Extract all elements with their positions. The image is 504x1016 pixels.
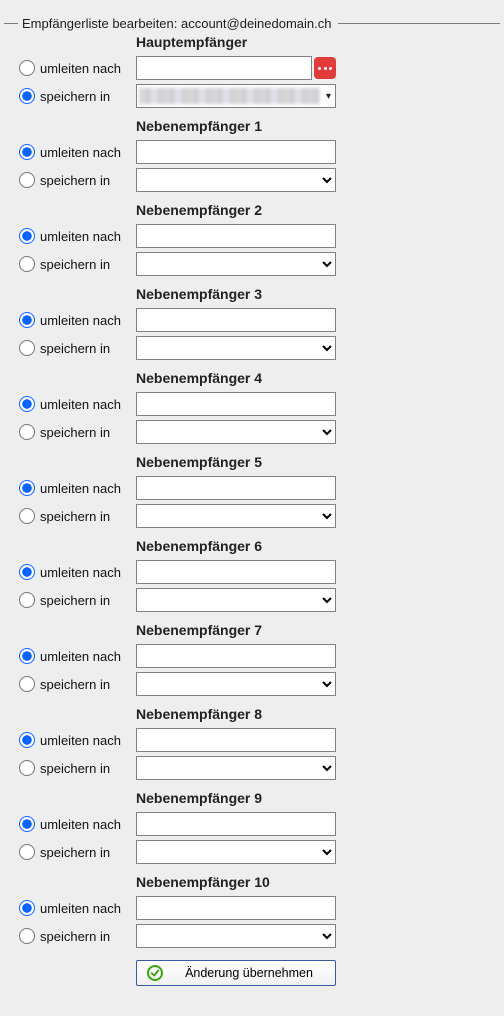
secondary-store-select[interactable] (136, 504, 336, 528)
main-store-radio[interactable] (19, 88, 35, 104)
secondary-store-select[interactable] (136, 756, 336, 780)
secondary-redirect-input[interactable] (136, 896, 336, 920)
secondary-store-label: speichern in (40, 257, 136, 272)
secondary-redirect-radio[interactable] (19, 228, 35, 244)
secondary-store-radio[interactable] (19, 256, 35, 272)
main-recipient-title: Hauptempfänger (136, 34, 490, 50)
secondary-recipient-title: Nebenempfänger 7 (136, 622, 490, 638)
secondary-store-select[interactable] (136, 252, 336, 276)
secondary-redirect-label: umleiten nach (40, 313, 136, 328)
secondary-recipient-title: Nebenempfänger 10 (136, 874, 490, 890)
secondary-redirect-radio[interactable] (19, 648, 35, 664)
secondary-redirect-input[interactable] (136, 644, 336, 668)
secondary-store-select[interactable] (136, 336, 336, 360)
secondary-store-radio[interactable] (19, 844, 35, 860)
secondary-recipient-group: Nebenempfänger 6umleiten nach speichern i… (14, 538, 490, 612)
secondary-redirect-radio[interactable] (19, 816, 35, 832)
secondary-recipient-group: Nebenempfänger 1umleiten nach speichern i… (14, 118, 490, 192)
ellipsis-icon (318, 67, 332, 70)
secondary-recipient-group: Nebenempfänger 10umleiten nach speichern … (14, 874, 490, 948)
secondary-redirect-label: umleiten nach (40, 733, 136, 748)
secondary-recipient-group: Nebenempfänger 7umleiten nach speichern i… (14, 622, 490, 696)
recipient-editor-panel: Empfängerliste bearbeiten: account@deine… (4, 4, 500, 996)
secondary-redirect-input[interactable] (136, 140, 336, 164)
secondary-store-label: speichern in (40, 341, 136, 356)
secondary-store-select[interactable] (136, 420, 336, 444)
secondary-recipient-group: Nebenempfänger 2umleiten nach speichern i… (14, 202, 490, 276)
secondary-recipient-group: Nebenempfänger 9umleiten nach speichern i… (14, 790, 490, 864)
secondary-recipient-title: Nebenempfänger 5 (136, 454, 490, 470)
secondary-redirect-input[interactable] (136, 224, 336, 248)
secondary-redirect-label: umleiten nach (40, 649, 136, 664)
chevron-down-icon: ▾ (326, 91, 331, 102)
main-store-select[interactable]: ▾ (136, 84, 336, 108)
submit-button-label: Änderung übernehmen (173, 966, 325, 980)
secondary-recipient-title: Nebenempfänger 2 (136, 202, 490, 218)
secondary-redirect-label: umleiten nach (40, 565, 136, 580)
secondary-store-select[interactable] (136, 672, 336, 696)
main-redirect-input[interactable] (136, 56, 312, 80)
secondary-recipient-title: Nebenempfänger 9 (136, 790, 490, 806)
secondary-recipient-title: Nebenempfänger 3 (136, 286, 490, 302)
secondary-redirect-input[interactable] (136, 476, 336, 500)
secondary-recipient-title: Nebenempfänger 1 (136, 118, 490, 134)
secondary-store-label: speichern in (40, 509, 136, 524)
main-redirect-label: umleiten nach (40, 61, 136, 76)
secondary-store-label: speichern in (40, 173, 136, 188)
secondary-store-select[interactable] (136, 588, 336, 612)
secondary-store-select[interactable] (136, 168, 336, 192)
secondary-store-label: speichern in (40, 593, 136, 608)
secondary-recipient-title: Nebenempfänger 6 (136, 538, 490, 554)
secondary-store-label: speichern in (40, 929, 136, 944)
secondary-redirect-radio[interactable] (19, 480, 35, 496)
secondary-redirect-input[interactable] (136, 392, 336, 416)
secondary-recipient-title: Nebenempfänger 8 (136, 706, 490, 722)
secondary-store-label: speichern in (40, 845, 136, 860)
secondary-recipient-group: Nebenempfänger 3umleiten nach speichern i… (14, 286, 490, 360)
main-store-label: speichern in (40, 89, 136, 104)
secondary-store-radio[interactable] (19, 676, 35, 692)
secondary-redirect-label: umleiten nach (40, 229, 136, 244)
secondary-store-radio[interactable] (19, 592, 35, 608)
main-recipient-group: Hauptempfänger umleiten nach speichern i… (14, 34, 490, 108)
secondary-store-select[interactable] (136, 840, 336, 864)
panel-legend: Empfängerliste bearbeiten: account@deine… (4, 16, 500, 31)
secondary-store-radio[interactable] (19, 928, 35, 944)
panel-legend-text: Empfängerliste bearbeiten: account@deine… (22, 16, 332, 31)
secondary-redirect-radio[interactable] (19, 732, 35, 748)
secondary-recipient-group: Nebenempfänger 4umleiten nach speichern i… (14, 370, 490, 444)
secondary-redirect-input[interactable] (136, 560, 336, 584)
main-redirect-radio[interactable] (19, 60, 35, 76)
secondary-store-label: speichern in (40, 761, 136, 776)
secondary-redirect-label: umleiten nach (40, 901, 136, 916)
secondary-store-radio[interactable] (19, 424, 35, 440)
secondary-recipient-group: Nebenempfänger 8umleiten nach speichern i… (14, 706, 490, 780)
secondary-redirect-label: umleiten nach (40, 145, 136, 160)
secondary-redirect-label: umleiten nach (40, 817, 136, 832)
secondary-store-radio[interactable] (19, 172, 35, 188)
secondary-redirect-radio[interactable] (19, 564, 35, 580)
secondary-redirect-input[interactable] (136, 728, 336, 752)
secondary-store-select[interactable] (136, 924, 336, 948)
redirect-action-button[interactable] (314, 57, 336, 79)
secondary-redirect-input[interactable] (136, 812, 336, 836)
secondary-redirect-radio[interactable] (19, 144, 35, 160)
secondary-redirect-input[interactable] (136, 308, 336, 332)
check-circle-icon (147, 965, 163, 981)
secondary-store-label: speichern in (40, 677, 136, 692)
secondary-store-label: speichern in (40, 425, 136, 440)
secondary-redirect-radio[interactable] (19, 900, 35, 916)
secondary-redirect-radio[interactable] (19, 396, 35, 412)
secondary-recipient-title: Nebenempfänger 4 (136, 370, 490, 386)
secondary-redirect-label: umleiten nach (40, 397, 136, 412)
secondary-redirect-label: umleiten nach (40, 481, 136, 496)
secondary-store-radio[interactable] (19, 760, 35, 776)
secondary-redirect-radio[interactable] (19, 312, 35, 328)
secondary-store-radio[interactable] (19, 508, 35, 524)
secondary-recipient-group: Nebenempfänger 5umleiten nach speichern i… (14, 454, 490, 528)
redacted-value (139, 88, 320, 104)
secondary-store-radio[interactable] (19, 340, 35, 356)
